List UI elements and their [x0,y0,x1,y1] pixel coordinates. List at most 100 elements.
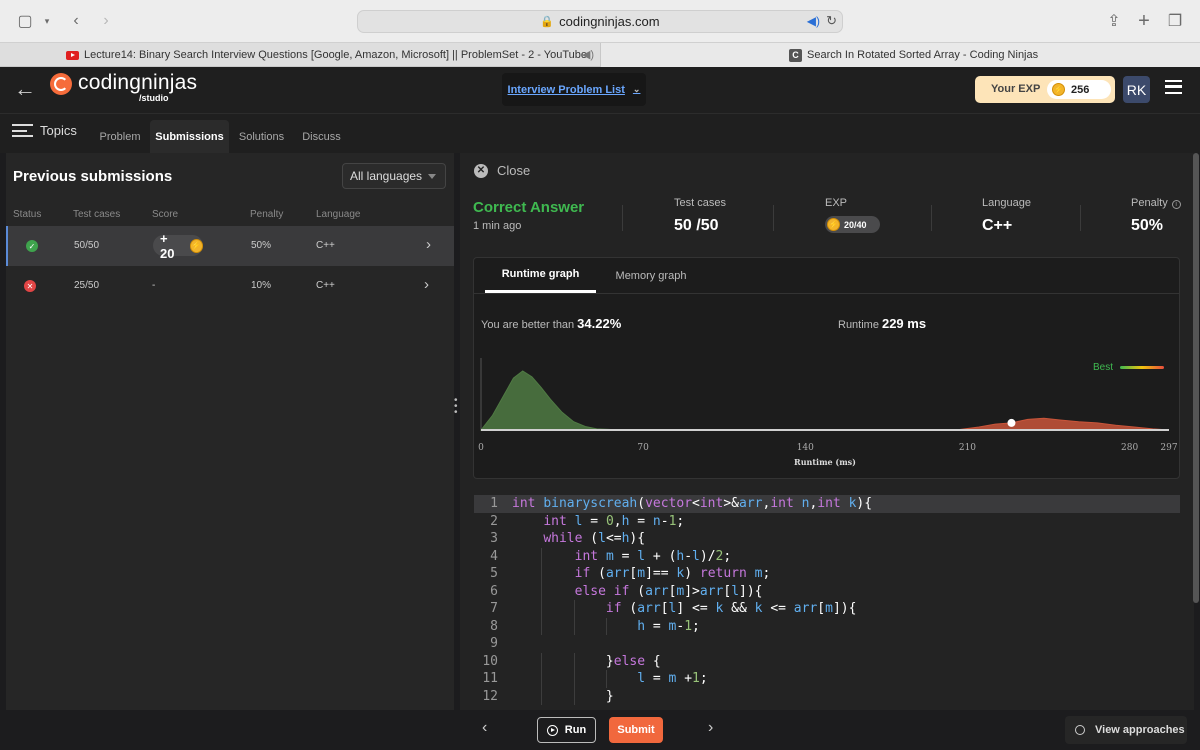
next-icon[interactable]: › [708,719,713,737]
code-line[interactable]: 10 }else { [474,652,1180,671]
problem-list-dropdown[interactable]: Interview Problem List ⌄ [502,73,646,106]
speaker-icon[interactable]: ◀) [807,14,820,28]
row-penalty: 50% [251,240,272,251]
submission-row[interactable]: ✓ 50/50 + 20 ⚡ 50% C++ › [6,226,454,266]
row-score: - [152,280,156,291]
runtime-label: Runtime [838,319,879,331]
topics-button[interactable]: Topics [12,123,77,138]
submit-button[interactable]: Submit [609,717,663,743]
forward-icon[interactable]: › [98,11,114,31]
code-line[interactable]: 4 int m = l + (h-l)/2; [474,547,1180,566]
tab-submissions[interactable]: Submissions [150,120,229,153]
back-icon[interactable]: ‹ [68,11,84,31]
browser-tab-youtube[interactable]: Lecture14: Binary Search Interview Quest… [0,43,600,67]
run-label: Run [564,724,587,736]
code-line[interactable]: 9 [474,635,1180,653]
x-tick-label: 297 [1160,443,1177,453]
code-line[interactable]: 12 } [474,687,1180,706]
logo-icon[interactable] [50,73,72,95]
close-label: Close [497,163,531,178]
logo-text[interactable]: codingninjas [78,71,197,95]
speaker-icon[interactable]: ◀) [582,48,594,61]
runtime-stat: Runtime 229 ms [838,316,926,331]
problem-nav: Topics Problem Submissions Solutions Dis… [0,114,1200,153]
code-editor[interactable]: 1 int binaryscreah(vector<int>&arr,int n,… [474,495,1180,710]
runtime-marker [1007,418,1016,427]
share-icon[interactable]: ⇪ [1105,11,1123,31]
chevron-right-icon[interactable]: › [426,236,431,253]
tab-problem[interactable]: Problem [90,120,150,153]
sidebar-toggle-icon[interactable]: ▢ [16,11,34,31]
code-text[interactable]: else if (arr[m]>arr[l]){ [512,583,763,601]
play-icon [546,724,558,736]
code-text[interactable]: l = m +1; [512,670,707,688]
runtime-chart: 0 70 140 210 280 297 Runtime (ms) [478,358,1178,467]
language-filter-select[interactable]: All languages [342,163,446,189]
tab-overview-icon[interactable]: ❐ [1166,11,1184,31]
code-text[interactable]: int binaryscreah(vector<int>&arr,int n,i… [512,495,872,513]
info-icon[interactable]: i [1171,200,1181,209]
row-test-cases: 50/50 [74,240,100,251]
tab-memory-graph[interactable]: Memory graph [604,258,698,293]
exp-earned: 20/40 [844,219,867,230]
view-approaches-button[interactable]: View approaches [1065,716,1187,744]
divider [474,293,1179,294]
run-button[interactable]: Run [537,717,596,743]
x-tick-label: 70 [637,443,649,453]
code-text[interactable]: if (arr[l] <= k && k <= arr[m]){ [512,600,857,618]
scrollbar[interactable] [1193,153,1199,603]
submission-row[interactable]: ✕ 25/50 - 10% C++ › [6,266,454,306]
code-line[interactable]: 2 int l = 0,h = n-1; [474,513,1180,531]
x-tick-label: 0 [478,443,484,453]
code-text[interactable]: int m = l + (h-l)/2; [512,548,732,566]
code-line[interactable]: 7 if (arr[l] <= k && k <= arr[m]){ [474,600,1180,618]
tab-discuss[interactable]: Discuss [294,120,349,153]
tab-solutions[interactable]: Solutions [230,120,293,153]
x-tick-label: 280 [1121,443,1138,453]
code-text[interactable]: } [512,688,614,706]
address-bar[interactable]: 🔒 codingninjas.com ◀) ↻ [357,10,843,33]
topics-label: Topics [40,123,77,138]
coin-icon: ⚡ [827,218,840,231]
submission-detail-panel: ✕ Close Correct Answer 1 min ago Test ca… [460,153,1194,710]
exp-value: 256 [1071,83,1090,96]
result-status: Correct Answer [473,199,585,216]
code-text[interactable]: h = m-1; [512,618,700,636]
panel-resize-handle[interactable]: • • • [454,396,458,418]
reload-icon[interactable]: ↻ [826,13,837,29]
coin-icon: ⚡ [189,238,203,253]
avatar[interactable]: RK [1123,76,1150,103]
chevron-right-icon[interactable]: › [424,276,429,293]
line-number: 10 [482,653,498,669]
score-badge: + 20 ⚡ [153,231,203,261]
close-button[interactable]: ✕ Close [474,163,530,178]
code-text[interactable]: }else { [512,653,661,671]
line-number: 9 [490,636,498,651]
code-line[interactable]: 8 h = m-1; [474,617,1180,636]
new-tab-icon[interactable]: + [1135,10,1153,32]
chevron-down-icon[interactable]: ▾ [42,11,52,31]
language-label: Language [982,197,1031,209]
penalty-value: 50% [1131,217,1164,234]
code-line[interactable]: 1 int binaryscreah(vector<int>&arr,int n,… [474,495,1180,513]
code-line[interactable]: 3 while (l<=h){ [474,530,1180,548]
line-number: 1 [490,496,498,511]
code-line[interactable]: 11 l = m +1; [474,670,1180,688]
back-arrow-icon[interactable]: ← [14,77,38,101]
code-text[interactable]: int l = 0,h = n-1; [512,513,684,531]
code-line[interactable]: 6 else if (arr[m]>arr[l]){ [474,582,1180,601]
previous-icon[interactable]: ‹ [482,719,487,737]
lightbulb-icon [1075,725,1085,735]
tab-strip: Lecture14: Binary Search Interview Quest… [0,43,1200,67]
divider [931,205,932,231]
column-header-language: Language [316,209,361,220]
browser-tab-codingninjas[interactable]: C Search In Rotated Sorted Array - Codin… [600,43,1200,67]
code-text[interactable]: while (l<=h){ [512,530,645,548]
menu-icon[interactable] [1165,80,1182,94]
exp-badge[interactable]: Your EXP ⚡ 256 [975,76,1115,103]
view-approaches-label: View approaches [1095,724,1185,736]
code-line[interactable]: 5 if (arr[m]== k) return m; [474,565,1180,583]
code-text[interactable]: if (arr[m]== k) return m; [512,565,771,583]
tab-runtime-graph[interactable]: Runtime graph [485,258,596,293]
codingninjas-favicon-icon: C [789,48,802,62]
